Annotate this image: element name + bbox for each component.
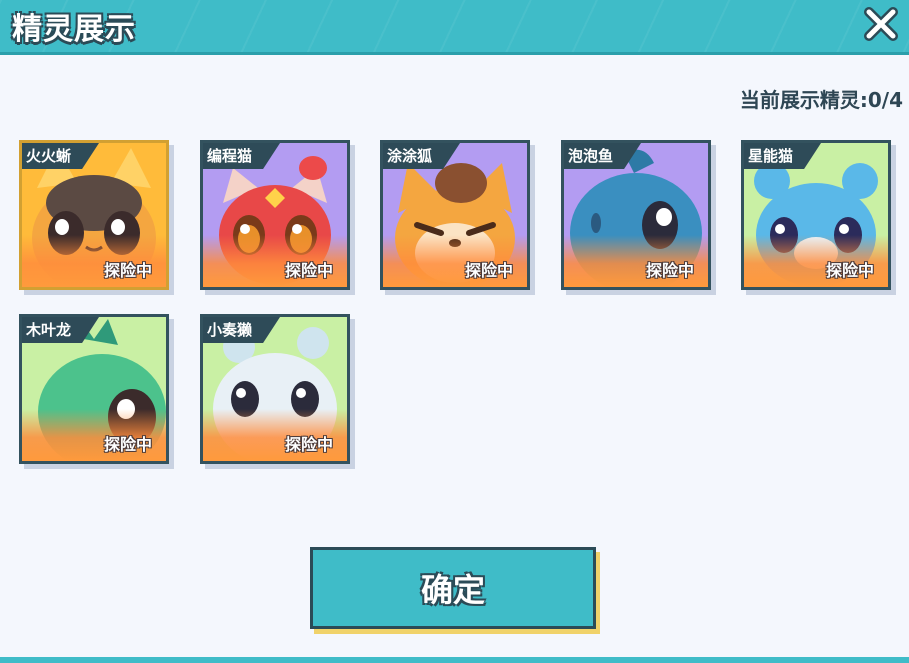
sprite-card-xingnengmao[interactable]: 星能猫 探险中	[741, 140, 891, 290]
close-icon	[864, 7, 898, 41]
confirm-button[interactable]: 确定	[310, 547, 596, 629]
sprite-status: 探险中	[825, 261, 874, 280]
close-button[interactable]	[859, 2, 903, 46]
window-title: 精灵展示	[12, 12, 136, 47]
sprite-card-muyelong[interactable]: 木叶龙 探险中	[19, 314, 169, 464]
sprite-status: 探险中	[103, 261, 152, 280]
sprite-status: 探险中	[645, 261, 694, 280]
display-count: 当前展示精灵:0/4	[739, 88, 903, 112]
sprite-card-huohuoxi[interactable]: 火火蜥 探险中	[19, 140, 169, 290]
sprite-card-xiaozouta[interactable]: 小奏獭 探险中	[200, 314, 350, 464]
sprite-status: 探险中	[103, 435, 152, 454]
sprite-status: 探险中	[464, 261, 513, 280]
confirm-button-label: 确定	[420, 571, 485, 609]
sprite-card-paopaoyu[interactable]: 泡泡鱼 探险中	[561, 140, 711, 290]
sprite-card-tututu[interactable]: 涂涂狐 探险中	[380, 140, 530, 290]
window-header: 精灵展示	[0, 0, 909, 55]
footer-strip	[0, 657, 909, 663]
sprite-card-bianchengmao[interactable]: 编程猫 探险中	[200, 140, 350, 290]
sprite-status: 探险中	[284, 261, 333, 280]
sprite-status: 探险中	[284, 435, 333, 454]
